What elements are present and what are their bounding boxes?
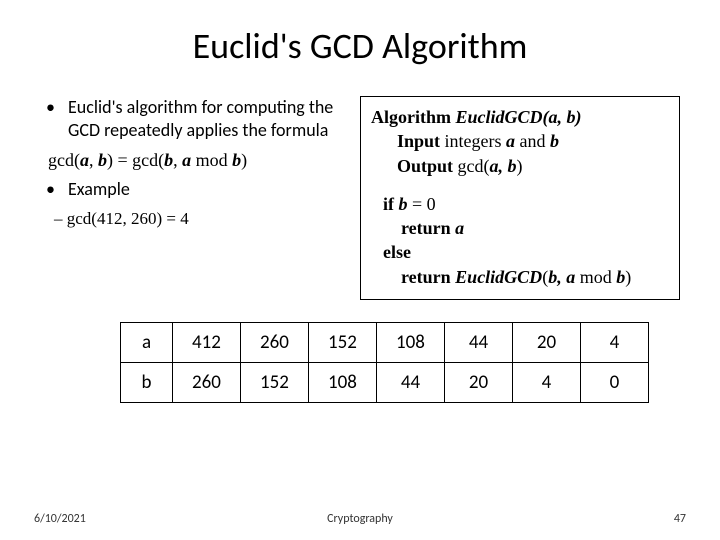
algo-header: Algorithm EuclidGCD(a, b) [371,105,669,129]
return-a-line: return a [383,216,669,240]
kw-algorithm: Algorithm [371,107,451,127]
kw-input: Input [397,131,440,151]
table-row-a: a 412 260 152 108 44 20 4 [121,323,649,363]
kw-if: if [383,194,399,214]
cell: 412 [173,323,241,363]
cell: 20 [445,363,513,403]
footer-date: 6/10/2021 [34,512,86,526]
cond-var: b [399,194,408,214]
output-close: ) [517,156,523,176]
if-line: if b = 0 [383,192,669,216]
ret2-b: b [616,267,625,287]
table-row-b: b 260 152 108 44 20 4 0 [121,363,649,403]
input-and: and [515,131,550,151]
algo-body: if b = 0 return a else return EuclidGCD(… [371,192,669,289]
algo-output: Output gcd(a, b) [371,154,669,178]
bullet-1: Euclid's algorithm for computing the GCD… [68,96,350,143]
bullet-2: Example [68,178,350,201]
row-a-label: a [121,323,173,363]
cell: 152 [241,363,309,403]
return-recursive-line: return EuclidGCD(b, a mod b) [383,265,669,289]
gcd-formula: gcd(a, b) = gcd(b, a mod b) [40,149,350,172]
input-a: a [506,131,515,151]
cell: 44 [377,363,445,403]
else-line: else [383,240,669,264]
algo-input: Input integers a and b [371,129,669,153]
content-row: Euclid's algorithm for computing the GCD… [40,96,680,300]
row-b-label: b [121,363,173,403]
algorithm-box: Algorithm EuclidGCD(a, b) Input integers… [360,96,680,300]
algo-name: EuclidGCD [456,107,543,127]
cell: 4 [513,363,581,403]
footer: 6/10/2021 Cryptography 47 [0,512,720,526]
gcd-table-wrap: a 412 260 152 108 44 20 4 b 260 152 108 … [120,322,680,403]
footer-center: Cryptography [327,512,393,526]
slide: Euclid's GCD Algorithm Euclid's algorith… [0,0,720,540]
example-sub: – gcd(412, 260) = 4 [40,208,350,230]
kw-return1: return [401,218,455,238]
ret2-args: b, a [548,267,580,287]
output-ab: a, b [490,156,517,176]
cell: 108 [309,363,377,403]
input-b: b [550,131,559,151]
ret1: a [455,218,464,238]
kw-return2: return [401,267,455,287]
ret2-close: ) [625,267,631,287]
algo-args: (a, b) [543,107,582,127]
ret2-mod: mod [580,267,617,287]
slide-title: Euclid's GCD Algorithm [40,24,680,68]
ret2-name: EuclidGCD [455,267,542,287]
cond-rest: = 0 [408,194,436,214]
cell: 0 [581,363,649,403]
cell: 108 [377,323,445,363]
cell: 20 [513,323,581,363]
footer-page: 47 [674,512,686,526]
input-text: integers [445,131,506,151]
cell: 260 [173,363,241,403]
cell: 44 [445,323,513,363]
cell: 152 [309,323,377,363]
left-column: Euclid's algorithm for computing the GCD… [40,96,350,300]
cell: 4 [581,323,649,363]
gcd-table: a 412 260 152 108 44 20 4 b 260 152 108 … [120,322,649,403]
kw-output: Output [397,156,453,176]
kw-else: else [383,242,411,262]
output-text: gcd( [453,156,489,176]
cell: 260 [241,323,309,363]
